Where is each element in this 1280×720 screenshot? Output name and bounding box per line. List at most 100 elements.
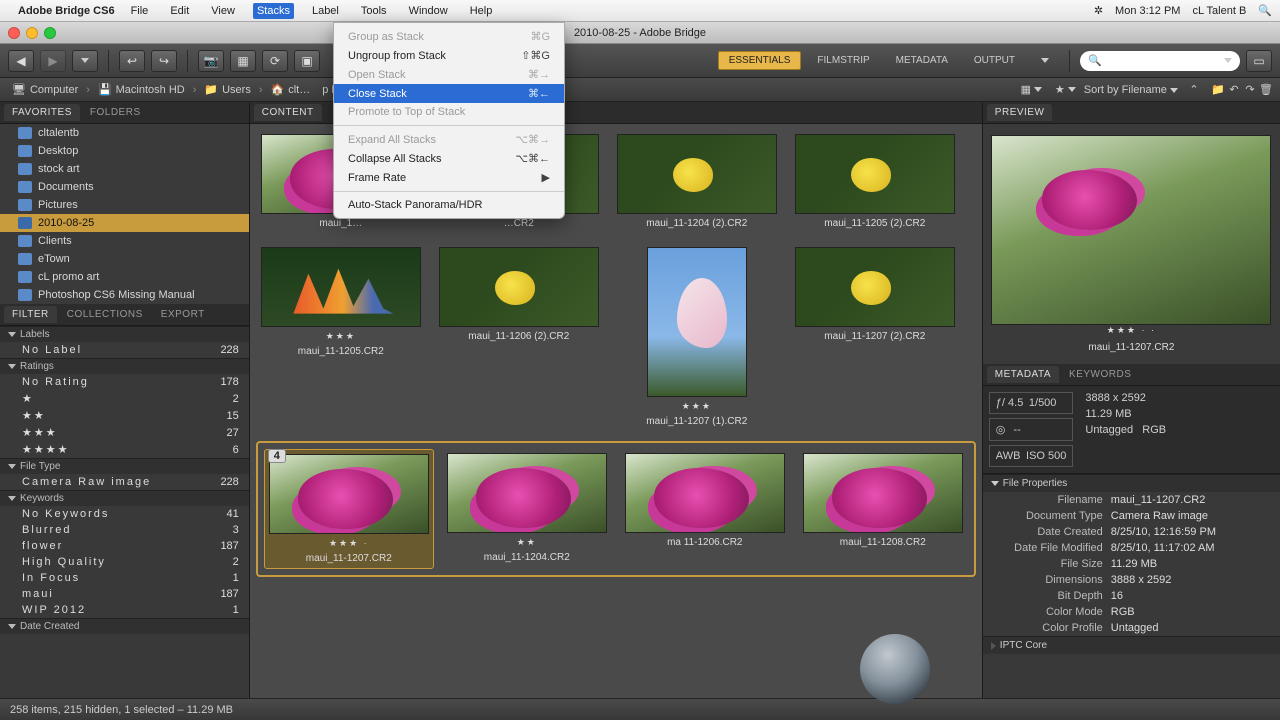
filter-row[interactable]: WIP 20121 bbox=[0, 602, 249, 618]
trash-icon[interactable]: 🗑 bbox=[1258, 82, 1274, 98]
menu-help[interactable]: Help bbox=[466, 3, 497, 19]
menu-item[interactable]: Close Stack⌘← bbox=[334, 84, 564, 103]
favorite-item[interactable]: stock art bbox=[0, 160, 249, 178]
search-input[interactable]: 🔍 bbox=[1080, 51, 1240, 71]
metadata-section-header[interactable]: IPTC Core bbox=[983, 636, 1280, 654]
favorite-item[interactable]: Desktop bbox=[0, 142, 249, 160]
sort-direction-icon[interactable]: ⌃ bbox=[1186, 82, 1202, 98]
refresh-button[interactable]: ⟳ bbox=[262, 50, 288, 72]
filter-row[interactable]: In Focus1 bbox=[0, 570, 249, 586]
thumbnail-rating[interactable]: ★★★ · bbox=[329, 538, 369, 549]
spotlight-icon[interactable]: ✲ bbox=[1094, 4, 1103, 17]
view-options-icon[interactable]: ▦ bbox=[1018, 82, 1034, 98]
close-window-button[interactable] bbox=[8, 27, 20, 39]
crumb-hd[interactable]: 💾 Macintosh HD bbox=[92, 81, 191, 98]
thumbnail[interactable]: ★★★maui_11-1205.CR2 bbox=[256, 243, 426, 431]
menu-edit[interactable]: Edit bbox=[166, 3, 193, 19]
back-button[interactable]: ◀ bbox=[8, 50, 34, 72]
recent-button[interactable] bbox=[72, 50, 98, 72]
metadata-section-header[interactable]: File Properties bbox=[983, 474, 1280, 492]
crumb-computer[interactable]: 🖥 Computer bbox=[6, 81, 84, 98]
thumbnail-rating[interactable]: ★★ bbox=[517, 537, 537, 548]
camera-import-button[interactable]: 📷 bbox=[198, 50, 224, 72]
filter-row[interactable]: Blurred3 bbox=[0, 522, 249, 538]
stack-group[interactable]: 4 ★★★ ·maui_11-1207.CR2★★maui_11-1204.CR… bbox=[256, 441, 976, 577]
workspace-metadata[interactable]: METADATA bbox=[886, 52, 958, 69]
filter-row[interactable]: ★★15 bbox=[0, 407, 249, 424]
filter-row[interactable]: No Keywords41 bbox=[0, 506, 249, 522]
workspace-output[interactable]: OUTPUT bbox=[964, 52, 1025, 69]
minimize-window-button[interactable] bbox=[26, 27, 38, 39]
compact-mode-button[interactable]: ▭ bbox=[1246, 50, 1272, 72]
thumbnail[interactable]: ma 11-1206.CR2 bbox=[620, 449, 790, 569]
filter-group-header[interactable]: Keywords bbox=[0, 490, 249, 506]
tab-folders[interactable]: FOLDERS bbox=[82, 104, 149, 121]
menu-tools[interactable]: Tools bbox=[357, 3, 391, 19]
reveal-button[interactable]: ↪ bbox=[151, 50, 177, 72]
search-icon[interactable]: 🔍 bbox=[1258, 4, 1272, 17]
favorite-item[interactable]: 2010-08-25 bbox=[0, 214, 249, 232]
filter-row[interactable]: ★2 bbox=[0, 390, 249, 407]
rotate-ccw-icon[interactable]: ↶ bbox=[1226, 82, 1242, 98]
preview-rating[interactable]: ★★★ · · bbox=[1107, 325, 1156, 336]
thumbnail[interactable]: ★★★maui_11-1207 (1).CR2 bbox=[612, 243, 782, 431]
filter-row[interactable]: No Rating178 bbox=[0, 374, 249, 390]
zoom-window-button[interactable] bbox=[44, 27, 56, 39]
menu-item[interactable]: Auto-Stack Panorama/HDR bbox=[334, 196, 564, 214]
star-filter-icon[interactable]: ★ bbox=[1052, 82, 1068, 98]
workspace-essentials[interactable]: ESSENTIALS bbox=[718, 51, 802, 70]
filter-row[interactable]: Camera Raw image228 bbox=[0, 474, 249, 490]
filter-row[interactable]: maui187 bbox=[0, 586, 249, 602]
filter-row[interactable]: No Label228 bbox=[0, 342, 249, 358]
menu-item[interactable]: Collapse All Stacks⌥⌘← bbox=[334, 149, 564, 168]
refine-button[interactable]: ▦ bbox=[230, 50, 256, 72]
menu-label[interactable]: Label bbox=[308, 3, 343, 19]
menu-file[interactable]: File bbox=[127, 3, 153, 19]
clock[interactable]: Mon 3:12 PM bbox=[1115, 5, 1180, 17]
filter-row[interactable]: High Quality2 bbox=[0, 554, 249, 570]
crumb-home[interactable]: 🏠 clt… bbox=[265, 81, 317, 98]
crumb-users[interactable]: 📁 Users bbox=[198, 81, 256, 98]
favorite-item[interactable]: Pictures bbox=[0, 196, 249, 214]
menu-item[interactable]: Frame Rate▶ bbox=[334, 168, 564, 187]
favorite-item[interactable]: Clients bbox=[0, 232, 249, 250]
tab-content[interactable]: CONTENT bbox=[254, 104, 322, 121]
thumbnail-rating[interactable]: ★★★ bbox=[326, 331, 356, 342]
tab-keywords[interactable]: KEYWORDS bbox=[1061, 366, 1139, 383]
favorite-item[interactable]: Photoshop CS6 Missing Manual bbox=[0, 286, 249, 304]
favorite-item[interactable]: Documents bbox=[0, 178, 249, 196]
preview-image[interactable] bbox=[991, 135, 1271, 325]
thumbnail[interactable]: maui_11-1205 (2).CR2 bbox=[790, 130, 960, 233]
tab-metadata[interactable]: METADATA bbox=[987, 366, 1059, 383]
thumbnail[interactable]: ★★★ ·maui_11-1207.CR2 bbox=[264, 449, 434, 569]
tab-collections[interactable]: COLLECTIONS bbox=[59, 306, 151, 323]
filter-group-header[interactable]: File Type bbox=[0, 458, 249, 474]
filter-group-header[interactable]: Ratings bbox=[0, 358, 249, 374]
menu-window[interactable]: Window bbox=[405, 3, 452, 19]
tab-preview[interactable]: PREVIEW bbox=[987, 104, 1053, 121]
filter-row[interactable]: flower187 bbox=[0, 538, 249, 554]
user-menu[interactable]: cL Talent B bbox=[1192, 5, 1246, 17]
thumbnail[interactable]: maui_11-1208.CR2 bbox=[798, 449, 968, 569]
filter-group-header[interactable]: Date Created bbox=[0, 618, 249, 634]
favorite-item[interactable]: cL promo art bbox=[0, 268, 249, 286]
thumbnail[interactable]: maui_11-1206 (2).CR2 bbox=[434, 243, 604, 431]
favorite-item[interactable]: eTown bbox=[0, 250, 249, 268]
sort-by[interactable]: Sort by Filename bbox=[1076, 82, 1186, 98]
new-folder-icon[interactable]: 📁 bbox=[1210, 82, 1226, 98]
thumbnail-rating[interactable]: ★★★ bbox=[682, 401, 712, 412]
favorite-item[interactable]: cltalentb bbox=[0, 124, 249, 142]
thumbnail[interactable]: ★★maui_11-1204.CR2 bbox=[442, 449, 612, 569]
tab-filter[interactable]: FILTER bbox=[4, 306, 57, 323]
thumbnail[interactable]: maui_11-1207 (2).CR2 bbox=[790, 243, 960, 431]
tab-export[interactable]: EXPORT bbox=[153, 306, 213, 323]
menu-view[interactable]: View bbox=[207, 3, 239, 19]
menu-item[interactable]: Ungroup from Stack⇧⌘G bbox=[334, 46, 564, 65]
filter-row[interactable]: ★★★★6 bbox=[0, 441, 249, 458]
tab-favorites[interactable]: FAVORITES bbox=[4, 104, 80, 121]
boomerang-button[interactable]: ↩ bbox=[119, 50, 145, 72]
workspace-filmstrip[interactable]: FILMSTRIP bbox=[807, 52, 879, 69]
workspace-more-icon[interactable] bbox=[1041, 58, 1049, 63]
open-app-button[interactable]: ▣ bbox=[294, 50, 320, 72]
forward-button[interactable]: ▶ bbox=[40, 50, 66, 72]
